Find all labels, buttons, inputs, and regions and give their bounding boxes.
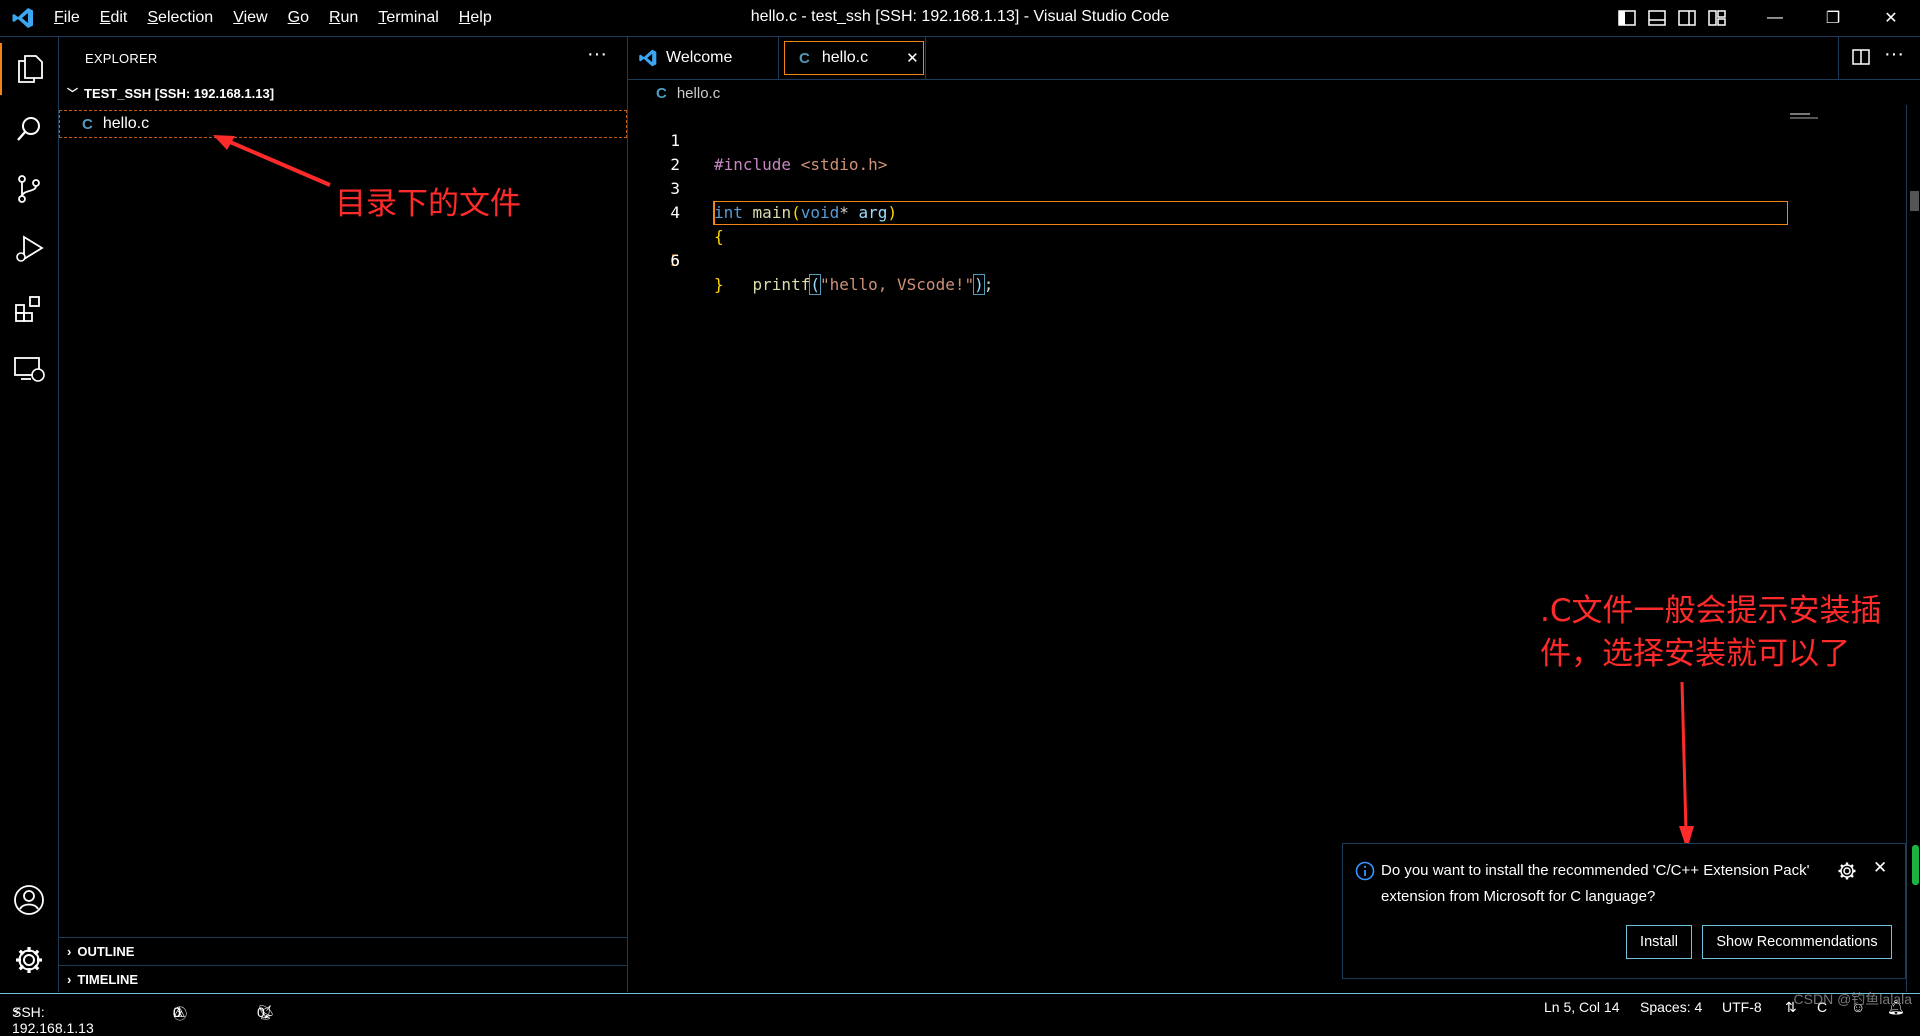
chevron-down-icon: ﹀ — [67, 88, 78, 100]
tab-welcome-label: Welcome — [666, 49, 733, 66]
extensions-icon[interactable] — [0, 283, 58, 335]
encoding[interactable]: UTF-8 — [1722, 999, 1762, 1015]
restore-icon[interactable]: ❐ — [1804, 0, 1862, 36]
outline-label: OUTLINE — [77, 944, 135, 959]
annotation-install-line1: .C文件一般会提示安装插 — [1540, 593, 1882, 629]
run-debug-icon[interactable] — [0, 223, 58, 275]
current-line-highlight — [713, 201, 1788, 225]
toggle-panel-icon[interactable] — [1642, 0, 1672, 36]
editor-more-actions-icon[interactable]: ··· — [1884, 43, 1904, 66]
code-line: 2 — [628, 129, 1778, 174]
breadcrumb-file: hello.c — [676, 85, 721, 102]
c-file-icon: C — [656, 85, 667, 102]
tab-welcome[interactable]: Welcome — [638, 37, 778, 79]
csdn-watermark: CSDN @钓鱼lalala — [1793, 991, 1912, 1007]
timeline-panel-header[interactable]: › TIMELINE — [59, 965, 627, 993]
notification-close-icon[interactable]: ✕ — [1873, 858, 1887, 878]
chevron-right-icon: › — [67, 972, 72, 987]
menu-view[interactable]: View — [233, 9, 267, 27]
account-icon[interactable] — [0, 874, 58, 926]
split-editor-icon[interactable] — [1852, 48, 1870, 71]
warnings-count: 0 — [173, 1004, 181, 1020]
annotation-arrow-explorer — [213, 135, 331, 187]
menu-run[interactable]: Run — [329, 9, 358, 27]
outline-panel-header[interactable]: › OUTLINE — [59, 937, 627, 965]
code-line-current: 5 printf("hello, VScode!"); — [628, 201, 1788, 295]
menu-selection[interactable]: Selection — [147, 9, 213, 27]
tab-bar: Welcome C hello.c ✕ ··· — [628, 37, 1920, 80]
cursor-position[interactable]: Ln 5, Col 14 — [1544, 999, 1620, 1015]
activity-bar — [0, 37, 59, 992]
menu-edit[interactable]: Edit — [100, 9, 128, 27]
vscode-tab-icon — [639, 49, 657, 67]
code-editor[interactable]: 1 #include <stdio.h> 2 3 int main(void* … — [628, 105, 1788, 295]
tab-separator — [925, 37, 926, 79]
minimap[interactable] — [1790, 113, 1820, 123]
customize-layout-icon[interactable] — [1702, 0, 1732, 36]
editor-scrollbar[interactable] — [1906, 105, 1920, 992]
tab-hello-c-label: hello.c — [821, 49, 869, 66]
close-tab-icon[interactable]: ✕ — [906, 49, 919, 67]
file-item-hello-c[interactable]: C hello.c — [59, 110, 627, 138]
status-bar: ⚡︎ SSH: 192.168.1.13 ⓧ 0 ⚠ 0 📡︎ 0 Ln 5, … — [0, 993, 1920, 1036]
code-line: 3 int main(void* arg) — [628, 153, 1778, 222]
extension-recommendation-notification: Do you want to install the recommended '… — [1342, 843, 1906, 979]
line-number: 6 — [670, 251, 680, 270]
notification-message: Do you want to install the recommended '… — [1381, 862, 1810, 905]
indentation[interactable]: Spaces: 4 — [1640, 999, 1702, 1015]
token-paren: ) — [973, 274, 985, 295]
vscode-logo-icon — [12, 8, 33, 28]
show-recommendations-button[interactable]: Show Recommendations — [1702, 925, 1892, 959]
token-function: printf — [752, 275, 811, 294]
notification-settings-gear-icon[interactable] — [1837, 861, 1857, 881]
folder-name: TEST_SSH [SSH: 192.168.1.13] — [84, 85, 275, 101]
source-control-icon[interactable] — [0, 163, 58, 215]
remote-explorer-icon[interactable] — [0, 343, 58, 395]
breadcrumb[interactable]: C hello.c — [656, 85, 720, 102]
annotation-explorer-note: 目录下的文件 — [335, 186, 521, 222]
close-window-icon[interactable]: ✕ — [1862, 0, 1920, 36]
token-string: "hello, VScode!" — [819, 275, 975, 294]
code-line: 6 } — [628, 225, 1778, 294]
search-icon[interactable] — [0, 103, 58, 155]
menu-file[interactable]: File — [54, 9, 80, 27]
annotation-install-line2: 件，选择安装就可以了 — [1540, 636, 1850, 672]
c-file-icon: C — [82, 115, 93, 133]
timeline-label: TIMELINE — [77, 972, 139, 987]
title-bar-controls: — ❐ ✕ — [1612, 0, 1920, 36]
token-paren: ( — [809, 274, 821, 295]
annotation-arrow-install — [1679, 681, 1694, 850]
sidebar-title: EXPLORER — [85, 51, 158, 66]
menu-go[interactable]: Go — [288, 9, 309, 27]
tab-actions-divider — [1838, 37, 1839, 79]
toggle-primary-sidebar-icon[interactable] — [1612, 0, 1642, 36]
chevron-right-icon: › — [67, 944, 72, 959]
code-line: 4 { — [628, 177, 1778, 246]
menu-bar: File Edit Selection View Go Run Terminal… — [54, 0, 512, 36]
tab-separator — [778, 37, 779, 79]
install-button[interactable]: Install — [1626, 925, 1692, 959]
toggle-secondary-sidebar-icon[interactable] — [1672, 0, 1702, 36]
code-line: 1 #include <stdio.h> — [628, 105, 1778, 174]
token-semicolon: ; — [983, 275, 994, 294]
c-file-icon: C — [799, 49, 810, 67]
tab-hello-c[interactable]: C hello.c ✕ — [784, 41, 924, 75]
annotation-install-note: .C文件一般会提示安装插 件，选择安装就可以了 — [1540, 590, 1882, 676]
menu-help[interactable]: Help — [459, 9, 492, 27]
token-brace: } — [714, 275, 724, 294]
folder-header[interactable]: ﹀ TEST_SSH [SSH: 192.168.1.13] — [59, 82, 627, 104]
file-name: hello.c — [102, 115, 150, 132]
minimize-icon[interactable]: — — [1746, 0, 1804, 36]
remote-label: SSH: 192.168.1.13 — [12, 1004, 94, 1036]
ports-count: 0 — [257, 1004, 265, 1020]
more-actions-icon[interactable]: ··· — [587, 43, 607, 66]
menu-terminal[interactable]: Terminal — [378, 9, 438, 27]
info-icon — [1355, 861, 1375, 881]
scrollbar-thumb[interactable] — [1910, 191, 1919, 211]
explorer-icon[interactable] — [0, 43, 58, 95]
overview-ruler-marker — [1912, 845, 1919, 885]
title-bar: File Edit Selection View Go Run Terminal… — [0, 0, 1920, 37]
manage-gear-icon[interactable] — [0, 934, 58, 986]
